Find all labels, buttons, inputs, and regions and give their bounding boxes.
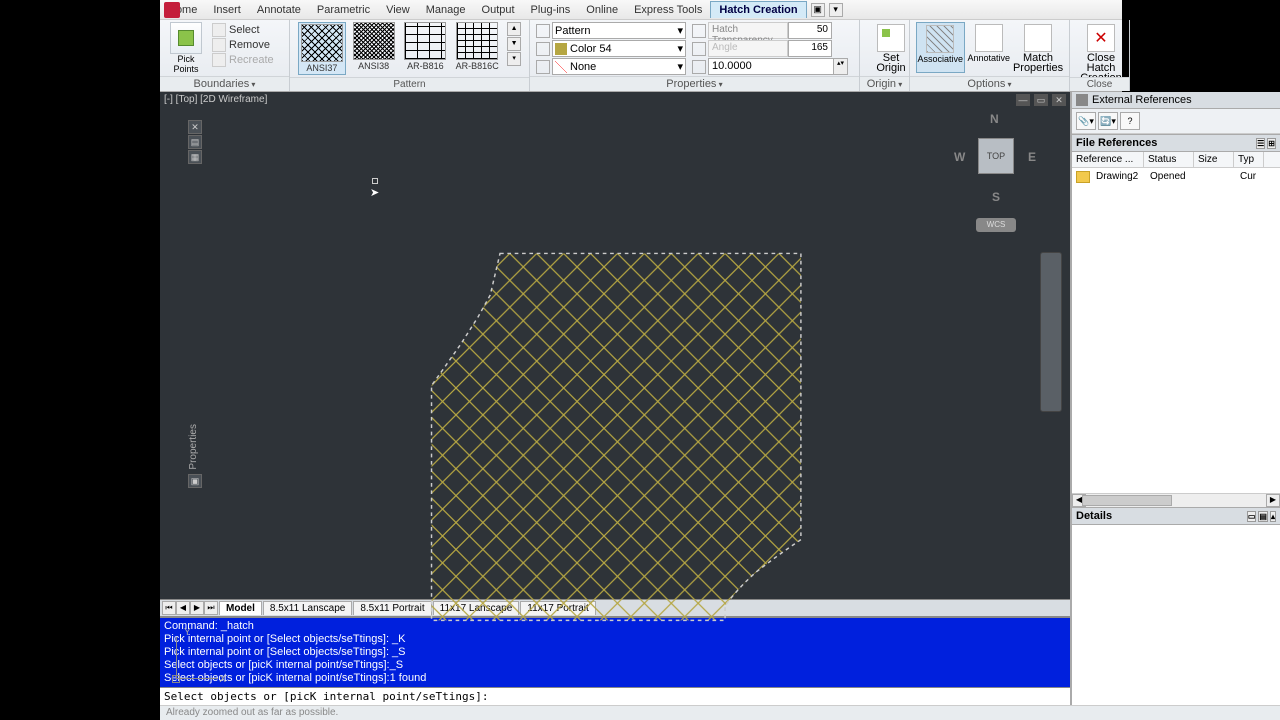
xref-attach-button[interactable]: 📎▾ xyxy=(1076,112,1096,130)
viewport-close-icon[interactable]: ✕ xyxy=(1052,94,1066,106)
tab-plugins[interactable]: Plug-ins xyxy=(523,2,579,18)
details-toggle2-icon[interactable]: ▤ xyxy=(1258,511,1268,522)
properties-panel-title[interactable]: Properties xyxy=(666,78,722,90)
ucs-icon: YX xyxy=(172,633,222,683)
ribbon: Pick Points Select Remove Recreate Bound… xyxy=(0,20,1280,92)
external-references-panel: External References 📎▾ 🔄▾ ? File Referen… xyxy=(1070,92,1280,705)
scale-icon xyxy=(692,60,706,74)
details-collapse-icon[interactable]: ▴ xyxy=(1270,511,1276,522)
hatch-color-icon xyxy=(536,42,550,56)
tab-parametric[interactable]: Parametric xyxy=(309,2,378,18)
details-toggle1-icon[interactable]: ▭ xyxy=(1247,511,1257,522)
remove-button[interactable]: Remove xyxy=(212,38,274,52)
pick-points-button[interactable] xyxy=(170,22,202,54)
pattern-scroll-down-icon[interactable]: ▼ xyxy=(507,37,521,51)
xref-tree-view-icon[interactable]: ⊞ xyxy=(1267,138,1276,149)
palette-options-icon[interactable]: ▣ xyxy=(188,474,202,488)
pattern-ansi37[interactable]: ANSI37 xyxy=(298,22,346,75)
viewcube-north[interactable]: N xyxy=(990,112,999,126)
angle-value[interactable]: 165 xyxy=(788,40,832,57)
properties-palette-label[interactable]: Properties xyxy=(188,424,199,470)
hatch-type-icon xyxy=(536,24,550,38)
transparency-icon xyxy=(692,24,706,38)
dwg-file-icon xyxy=(1076,171,1090,183)
tab-hatch-creation[interactable]: Hatch Creation xyxy=(710,1,806,18)
recreate-button: Recreate xyxy=(212,53,274,67)
xref-details-pane xyxy=(1072,525,1280,705)
palette-btn2-icon[interactable]: ▤ xyxy=(188,135,202,149)
pattern-expand-icon[interactable]: ▾ xyxy=(507,52,521,66)
scale-value[interactable]: 10.0000▴▾ xyxy=(708,58,848,75)
tab-dropdown-icon[interactable]: ▾ xyxy=(829,3,843,17)
hatch-color-select[interactable]: Color 54▾ xyxy=(552,40,686,57)
xref-horizontal-scrollbar[interactable]: ◀ ▶ xyxy=(1072,493,1280,507)
scroll-right-icon[interactable]: ▶ xyxy=(1266,494,1280,507)
angle-icon xyxy=(692,42,706,56)
navigation-bar[interactable] xyxy=(1040,252,1062,412)
tab-view[interactable]: View xyxy=(378,2,418,18)
viewcube-east[interactable]: E xyxy=(1028,150,1036,164)
scroll-thumb[interactable] xyxy=(1082,495,1172,506)
hatch-type-select[interactable]: Pattern▾ xyxy=(552,22,686,39)
associative-button[interactable]: Associative xyxy=(916,22,965,73)
details-label: Details xyxy=(1076,510,1112,522)
select-button[interactable]: Select xyxy=(212,23,274,37)
close-hatch-button[interactable]: ✕ CloseHatch Creation xyxy=(1076,22,1126,83)
viewport-label[interactable]: [-] [Top] [2D Wireframe] xyxy=(164,94,267,105)
close-panel-title: Close xyxy=(1070,77,1129,91)
pattern-ansi38[interactable]: ANSI38 xyxy=(350,22,398,71)
set-origin-button[interactable]: SetOrigin xyxy=(866,22,916,73)
viewcube-west[interactable]: W xyxy=(954,150,965,164)
tab-annotate[interactable]: Annotate xyxy=(249,2,309,18)
transparency-value[interactable]: 50 xyxy=(788,22,832,39)
angle-slider[interactable]: Angle xyxy=(708,40,788,57)
xref-row[interactable]: Drawing2 Opened Cur xyxy=(1072,168,1280,185)
xref-help-button[interactable]: ? xyxy=(1120,112,1140,130)
cursor: ➤ xyxy=(370,184,380,194)
boundaries-panel-title[interactable]: Boundaries xyxy=(194,78,256,90)
viewport-maximize-icon[interactable]: ▭ xyxy=(1034,94,1048,106)
drawing-canvas[interactable] xyxy=(160,92,1070,716)
pattern-arb816c[interactable]: AR-B816C xyxy=(453,22,501,71)
pattern-panel-title: Pattern xyxy=(290,77,529,91)
palette-close-icon[interactable]: ✕ xyxy=(188,120,202,134)
hatch-bg-select[interactable]: None▾ xyxy=(552,58,686,75)
annotative-button[interactable]: Annotative xyxy=(965,22,1013,73)
viewcube-south[interactable]: S xyxy=(992,190,1000,204)
tab-extras-icon[interactable]: ▣ xyxy=(811,3,825,17)
tab-express[interactable]: Express Tools xyxy=(626,2,710,18)
status-bar: Already zoomed out as far as possible. xyxy=(160,705,1280,720)
tab-insert[interactable]: Insert xyxy=(205,2,249,18)
pattern-arb816[interactable]: AR-B816 xyxy=(402,22,450,71)
pattern-scroll-up-icon[interactable]: ▲ xyxy=(507,22,521,36)
options-panel-title[interactable]: Options xyxy=(967,78,1011,90)
viewcube-face[interactable]: TOP xyxy=(978,138,1014,174)
xref-list-view-icon[interactable]: ☰ xyxy=(1256,138,1265,149)
origin-panel-title[interactable]: Origin xyxy=(867,78,903,90)
xref-table-header[interactable]: Reference ... Status Size Typ xyxy=(1072,152,1280,168)
menu-bar: Home Insert Annotate Parametric View Man… xyxy=(0,0,1280,20)
pick-points-label: Pick Points xyxy=(166,54,206,74)
match-properties-button[interactable]: MatchProperties xyxy=(1013,22,1063,73)
scale-spinner-icon[interactable]: ▴▾ xyxy=(833,59,847,74)
view-cube[interactable]: N S W E TOP WCS xyxy=(950,112,1040,242)
app-icon xyxy=(164,2,180,18)
tab-online[interactable]: Online xyxy=(578,2,626,18)
wcs-button[interactable]: WCS xyxy=(976,218,1016,232)
xref-panel-icon xyxy=(1076,94,1088,106)
viewport-minimize-icon[interactable]: — xyxy=(1016,94,1030,106)
tab-manage[interactable]: Manage xyxy=(418,2,474,18)
tab-output[interactable]: Output xyxy=(474,2,523,18)
xref-refresh-button[interactable]: 🔄▾ xyxy=(1098,112,1118,130)
xref-panel-title: External References xyxy=(1092,94,1192,106)
palette-btn3-icon[interactable]: ▦ xyxy=(188,150,202,164)
transparency-slider[interactable]: Hatch Transparency xyxy=(708,22,788,39)
file-references-label: File References xyxy=(1076,137,1157,149)
hatch-bg-icon xyxy=(536,60,550,74)
drawing-viewport[interactable]: [-] [Top] [2D Wireframe] — ▭ ✕ ✕ ▤ ▦ Pro… xyxy=(160,92,1070,705)
